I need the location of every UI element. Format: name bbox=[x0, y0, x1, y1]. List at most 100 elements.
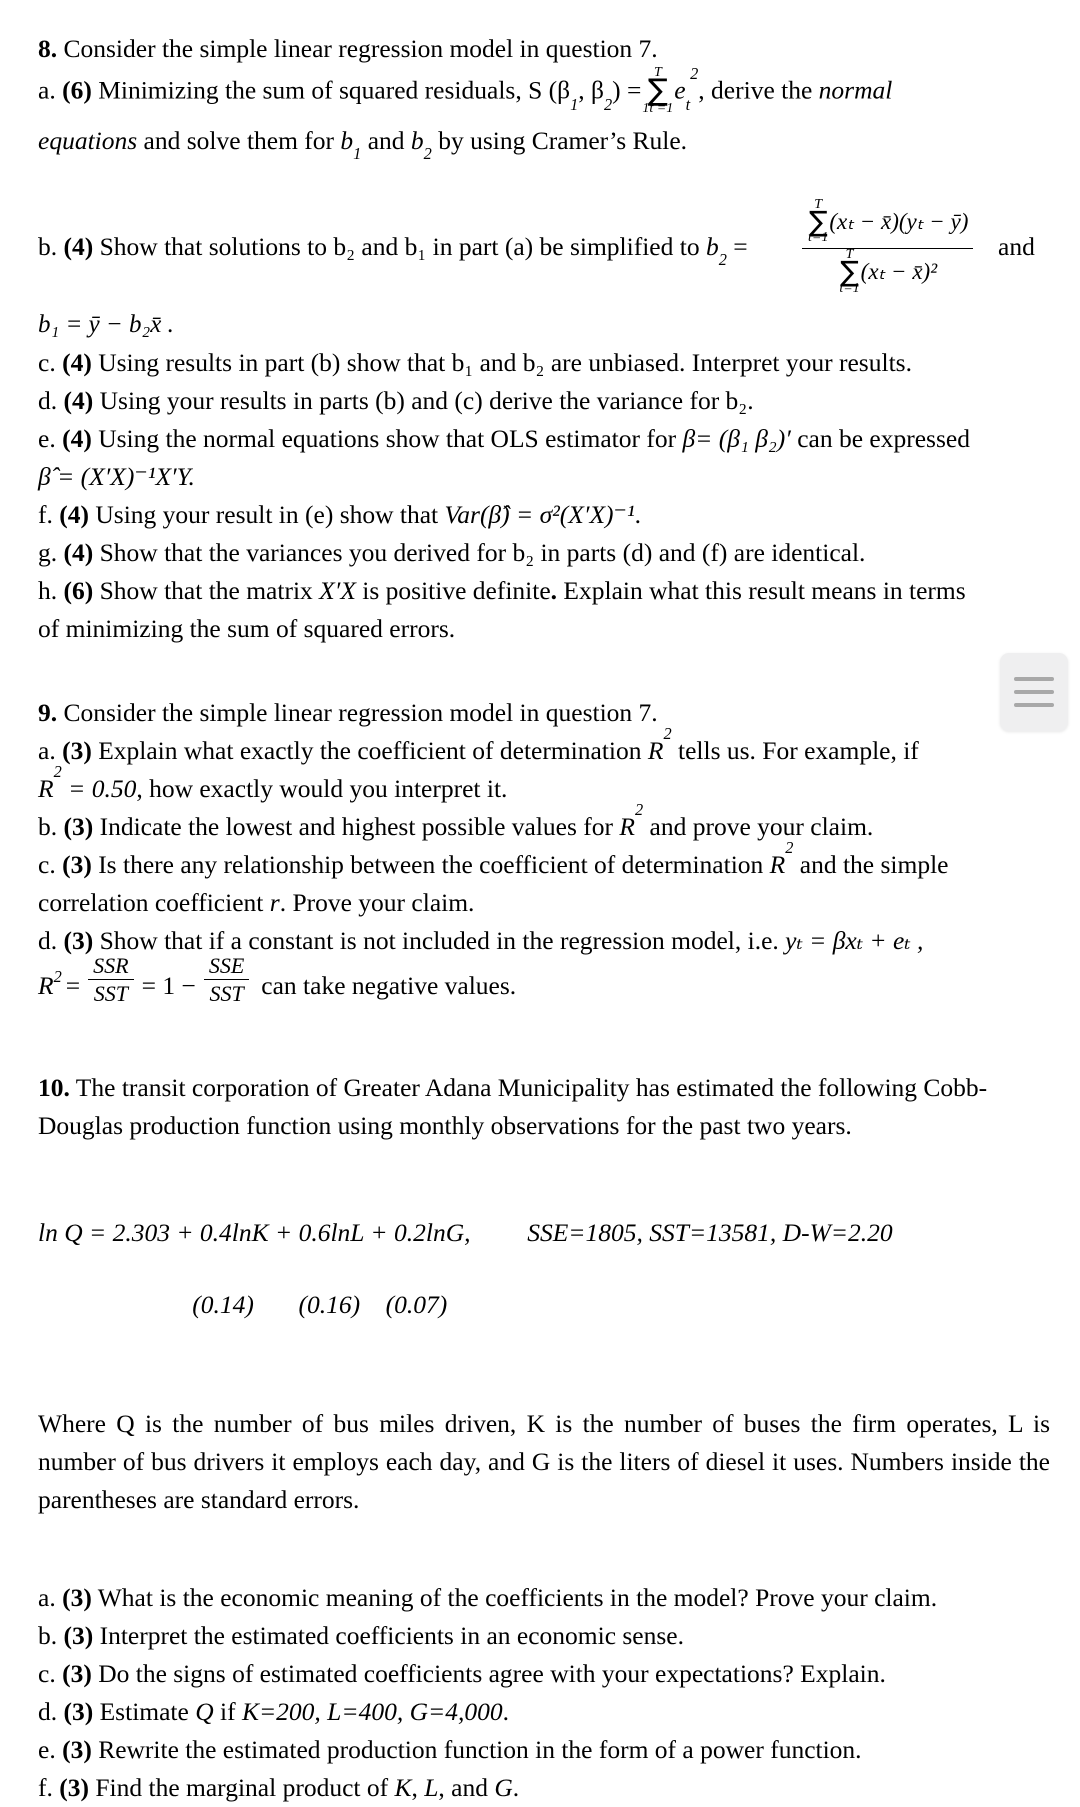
question-9-part-d-line1: d. (3) Show that if a constant is not in… bbox=[38, 922, 1056, 960]
question-9-part-c-line1: c. (3) Is there any relationship between… bbox=[38, 840, 1056, 884]
question-9-part-a-line2: R2 = 0.50, how exactly would you interpr… bbox=[38, 764, 1056, 808]
sum-lower-limit: 1t =1 bbox=[642, 100, 674, 116]
b2-symbol: b bbox=[410, 125, 424, 155]
question-8-part-h-line1: h. (6) Show that the matrix X′X is posit… bbox=[38, 572, 1056, 610]
question-10-stem-text-1: The transit corporation of Greater Adana… bbox=[75, 1073, 988, 1103]
part-e-points: (4) bbox=[62, 423, 92, 453]
q10-part-c-text: Do the signs of estimated coefficients a… bbox=[98, 1659, 886, 1689]
variable-definitions-paragraph: Where Q is the number of bus miles drive… bbox=[38, 1405, 1050, 1519]
q9-part-a-line2-tail: , how exactly would you interpret it. bbox=[136, 773, 508, 803]
floating-menu-button[interactable] bbox=[1000, 653, 1068, 731]
fraction-bar-sse bbox=[203, 979, 250, 981]
q10-part-b-points: (3) bbox=[63, 1621, 94, 1651]
standard-errors-row: (0.14) (0.16) (0.07) bbox=[38, 1251, 1056, 1359]
q9-part-d-text-before: Show that if a constant is not included … bbox=[99, 925, 779, 955]
part-c-label: c. bbox=[38, 347, 56, 377]
part-f-label: f. bbox=[38, 499, 53, 529]
question-8-part-e-line2: β̂ = (X′X)⁻¹X′Y. bbox=[38, 458, 1056, 496]
q-symbol: Q bbox=[195, 1697, 214, 1727]
q10-part-a-text: What is the economic meaning of the coef… bbox=[97, 1583, 938, 1613]
question-8-part-h-line2: of minimizing the sum of squared errors. bbox=[38, 610, 1056, 648]
question-8-part-a-line2: equations and solve them for b1 and b2 b… bbox=[38, 118, 1056, 164]
r-squared-symbol-3: R bbox=[619, 811, 635, 841]
beta-1-symbol: β bbox=[557, 75, 571, 105]
q10-part-d-text-mid: if bbox=[220, 1697, 236, 1727]
part-c-text: Using results in part (b) show that b₁ a… bbox=[98, 347, 912, 377]
b2-formula-fraction: T ∑ t=1 (xₜ − x̄)(yₜ − ȳ) T ∑ t=1 (xₜ − x̄)² bbox=[798, 197, 977, 299]
hamburger-menu-icon-bar-3 bbox=[1014, 703, 1054, 707]
q9-part-c-label: c. bbox=[38, 849, 56, 879]
beta-1-subscript: 1 bbox=[570, 94, 579, 114]
denominator-sum-lower: t=1 bbox=[839, 281, 860, 297]
part-b-lead: b. (4) Show that solutions to b₂ and b₁ … bbox=[38, 231, 748, 269]
part-h-line2-text: of minimizing the sum of squared errors. bbox=[38, 613, 456, 643]
sse-numerator: SSE bbox=[208, 952, 245, 978]
q10-part-c-label: c. bbox=[38, 1659, 56, 1689]
question-8-stem-text: Consider the simple linear regression mo… bbox=[63, 34, 658, 63]
question-9-number: 9. bbox=[38, 697, 58, 727]
part-e-label: e. bbox=[38, 423, 56, 453]
question-8-part-d: d. (4) Using your results in parts (b) a… bbox=[38, 382, 1056, 420]
q10-part-f-label: f. bbox=[38, 1773, 53, 1803]
part-a-line2-and: and bbox=[367, 125, 405, 155]
part-h-bold-period: . bbox=[550, 575, 558, 605]
part-b-lhs: b bbox=[705, 231, 719, 261]
q9-part-b-label: b. bbox=[38, 811, 58, 841]
numerator-sum-lower: t=1 bbox=[808, 230, 829, 246]
q9-part-d-label: d. bbox=[38, 925, 58, 955]
part-f-period: . bbox=[634, 499, 641, 529]
b1-symbol: b bbox=[340, 125, 354, 155]
part-e-text-after: can be expressed bbox=[797, 423, 970, 453]
question-8-part-f: f. (4) Using your result in (e) show tha… bbox=[38, 496, 1056, 534]
sse-over-sst-fraction: SSE SST bbox=[203, 952, 250, 1007]
q10-part-a-points: (3) bbox=[62, 1583, 92, 1613]
q9-part-c-points: (3) bbox=[62, 849, 92, 879]
ssr-numerator: SSR bbox=[93, 952, 129, 978]
summation-symbol: T ∑ 1t =1 bbox=[642, 65, 674, 116]
question-10-stem-text-2: Douglas production function using monthl… bbox=[38, 1111, 852, 1141]
r-squared-symbol-2: R bbox=[38, 773, 54, 803]
r2-lhs-symbol: R bbox=[38, 971, 54, 1001]
sst-denominator: SST bbox=[93, 981, 128, 1007]
part-d-text: Using your results in parts (b) and (c) … bbox=[99, 385, 754, 415]
beta-hat-formula: β̂ = (X′X)⁻¹X′Y. bbox=[38, 461, 195, 491]
summand-subscript: t bbox=[685, 94, 691, 114]
part-a-text-after: , derive the bbox=[698, 75, 813, 105]
q10-part-e-points: (3) bbox=[62, 1735, 92, 1765]
part-a-points: (6) bbox=[62, 75, 92, 105]
r-squared-symbol-4: R bbox=[769, 849, 786, 879]
q10-part-e-label: e. bbox=[38, 1735, 56, 1765]
question-10-stem-line1: 10. The transit corporation of Greater A… bbox=[38, 1069, 1056, 1107]
part-h-text-tail: Explain what this result means in terms bbox=[563, 575, 966, 605]
part-b-lead-text: Show that solutions to b₂ and b₁ in part… bbox=[99, 231, 700, 261]
part-g-label: g. bbox=[38, 537, 58, 567]
estimated-equation: ln Q = 2.303 + 0.4lnK + 0.6lnL + 0.2lnG, bbox=[38, 1218, 471, 1248]
part-a-emph-equations: equations bbox=[38, 125, 138, 155]
q10-part-d-text-before: Estimate bbox=[99, 1697, 189, 1727]
r-squared-decomposition-formula: R2 = SSR SST = 1 − SSE SST can take nega… bbox=[38, 952, 517, 1007]
numerator-body: (xₜ − x̄)(yₜ − ȳ) bbox=[829, 208, 969, 234]
q9-part-c-text-before: Is there any relationship between the co… bbox=[98, 849, 764, 879]
question-9-stem: 9. Consider the simple linear regression… bbox=[38, 694, 1056, 732]
part-h-points: (6) bbox=[63, 575, 94, 605]
r-squared-value: = 0.50 bbox=[68, 773, 137, 803]
matrix-xprimex: X′X bbox=[319, 575, 356, 605]
part-d-label: d. bbox=[38, 385, 58, 415]
r-squared-exponent-3: 2 bbox=[634, 800, 644, 820]
beta-definition: β= (β₁ β₂)′ bbox=[682, 423, 791, 453]
question-9-part-a-line1: a. (3) Explain what exactly the coeffici… bbox=[38, 726, 1056, 770]
document-page: 8. Consider the simple linear regression… bbox=[0, 0, 1080, 1802]
question-8-part-b: b. (4) Show that solutions to b₂ and b₁ … bbox=[38, 194, 1056, 306]
q9-part-c-line2-before: correlation coefficient bbox=[38, 887, 264, 917]
question-8-stem: 8. Consider the simple linear regression… bbox=[38, 30, 1056, 68]
question-10-stem-line2: Douglas production function using monthl… bbox=[38, 1107, 1056, 1145]
question-8-part-e-line1: e. (4) Using the normal equations show t… bbox=[38, 420, 1056, 458]
summand-exponent: 2 bbox=[690, 64, 699, 84]
q10-part-f-comma2: , and bbox=[438, 1773, 488, 1803]
q9-part-b-text-before: Indicate the lowest and highest possible… bbox=[99, 811, 614, 841]
g-symbol: G bbox=[494, 1773, 513, 1803]
standard-errors: (0.14) (0.16) (0.07) bbox=[192, 1290, 448, 1320]
variable-definitions-text: Where Q is the number of bus miles drive… bbox=[38, 1409, 1050, 1515]
part-a-text-mid: ) = bbox=[612, 75, 642, 105]
r-squared-exponent-2: 2 bbox=[53, 762, 62, 782]
